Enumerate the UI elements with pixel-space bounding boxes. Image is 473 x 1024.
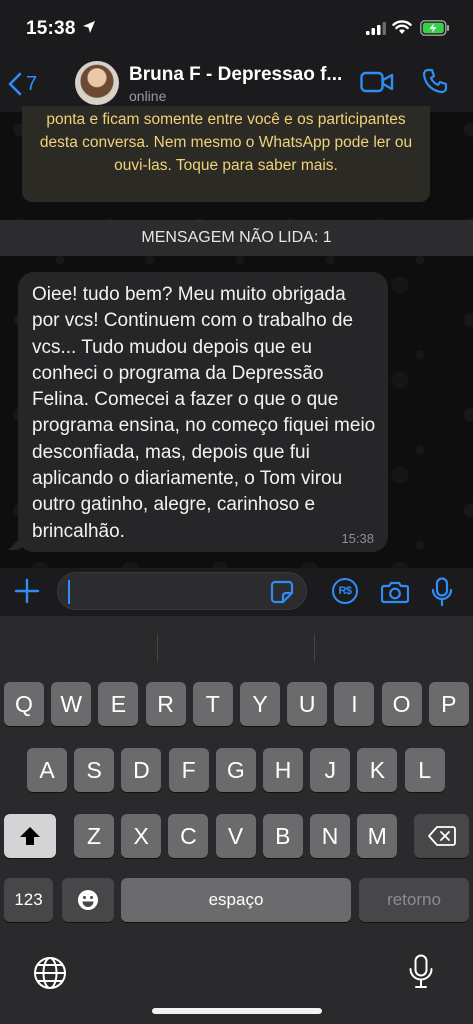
- cellular-signal-icon: [366, 22, 386, 35]
- sticker-icon[interactable]: [270, 580, 294, 604]
- payment-icon-label: R$: [338, 585, 352, 597]
- key-i[interactable]: I: [334, 682, 375, 726]
- key-b[interactable]: B: [262, 814, 303, 858]
- contact-status: online: [129, 88, 167, 104]
- unread-chats-count: 7: [26, 72, 38, 95]
- chat-header: 7 Bruna F - Depressao f... online: [0, 56, 473, 112]
- camera-icon[interactable]: [381, 580, 409, 604]
- key-f[interactable]: F: [168, 748, 209, 792]
- key-p[interactable]: P: [428, 682, 469, 726]
- plus-icon[interactable]: [14, 578, 40, 604]
- key-d[interactable]: D: [121, 748, 162, 792]
- space-key[interactable]: espaço: [121, 878, 351, 922]
- shift-key[interactable]: [4, 814, 56, 858]
- text-cursor: [68, 580, 70, 604]
- key-z[interactable]: Z: [74, 814, 114, 858]
- message-timestamp: 15:38: [341, 531, 374, 546]
- globe-icon[interactable]: [33, 956, 67, 990]
- key-x[interactable]: X: [121, 814, 162, 858]
- dictation-microphone-icon[interactable]: [408, 954, 434, 990]
- payment-button[interactable]: R$: [332, 578, 358, 604]
- incoming-message-bubble[interactable]: Oiee! tudo bem? Meu muito obrigada por v…: [18, 272, 388, 552]
- location-arrow-icon: [83, 21, 95, 33]
- backspace-icon: [427, 826, 456, 846]
- key-j[interactable]: J: [310, 748, 351, 792]
- shift-arrow-icon: [20, 827, 40, 845]
- key-g[interactable]: G: [215, 748, 256, 792]
- message-text: Oiee! tudo bem? Meu muito obrigada por v…: [32, 284, 376, 542]
- video-call-icon[interactable]: [360, 70, 394, 94]
- key-s[interactable]: S: [74, 748, 115, 792]
- key-t[interactable]: T: [192, 682, 233, 726]
- key-y[interactable]: Y: [240, 682, 280, 726]
- contact-avatar[interactable]: [75, 61, 119, 105]
- key-e[interactable]: E: [98, 682, 139, 726]
- key-q[interactable]: Q: [4, 682, 44, 726]
- chevron-left-icon: [8, 72, 22, 96]
- unread-messages-banner: MENSAGEM NÃO LIDA: 1: [0, 220, 473, 256]
- suggestion-divider: [157, 634, 158, 662]
- key-c[interactable]: C: [168, 814, 209, 858]
- phone-call-icon[interactable]: [421, 67, 449, 95]
- key-r[interactable]: R: [145, 682, 186, 726]
- battery-charging-icon: [420, 20, 449, 36]
- status-bar: 15:38: [0, 0, 473, 56]
- key-v[interactable]: V: [215, 814, 256, 858]
- key-n[interactable]: N: [310, 814, 350, 858]
- delete-key[interactable]: [414, 814, 469, 858]
- key-w[interactable]: W: [51, 682, 92, 726]
- emoji-key[interactable]: [62, 878, 114, 922]
- wifi-icon: [392, 20, 412, 34]
- key-o[interactable]: O: [381, 682, 422, 726]
- contact-name[interactable]: Bruna F - Depressao f...: [129, 64, 351, 86]
- whatsapp-chat-screen: 15:38 7 Bruna F - Depressao f... online …: [0, 0, 473, 1024]
- emoji-icon: [78, 890, 98, 910]
- status-time: 15:38: [26, 18, 76, 39]
- key-u[interactable]: U: [287, 682, 328, 726]
- home-indicator[interactable]: [152, 1008, 322, 1014]
- back-button[interactable]: 7: [8, 66, 52, 102]
- return-key[interactable]: retorno: [359, 878, 469, 922]
- key-a[interactable]: A: [27, 748, 67, 792]
- unread-banner-text: MENSAGEM NÃO LIDA: 1: [141, 229, 332, 246]
- message-input-bar: R$: [0, 568, 473, 616]
- numbers-key[interactable]: 123: [4, 878, 53, 922]
- key-m[interactable]: M: [357, 814, 398, 858]
- suggestion-divider: [314, 634, 315, 662]
- encryption-notice-text: ponta e ficam somente entre você e os pa…: [39, 111, 413, 174]
- key-h[interactable]: H: [263, 748, 303, 792]
- encryption-notice[interactable]: ponta e ficam somente entre você e os pa…: [22, 106, 430, 202]
- ios-keyboard: QWERTYUIOP ASDFGHJKL ZXCVBNM 123 espaço …: [0, 616, 473, 1024]
- key-l[interactable]: L: [404, 748, 445, 792]
- key-k[interactable]: K: [357, 748, 398, 792]
- microphone-icon[interactable]: [431, 577, 453, 607]
